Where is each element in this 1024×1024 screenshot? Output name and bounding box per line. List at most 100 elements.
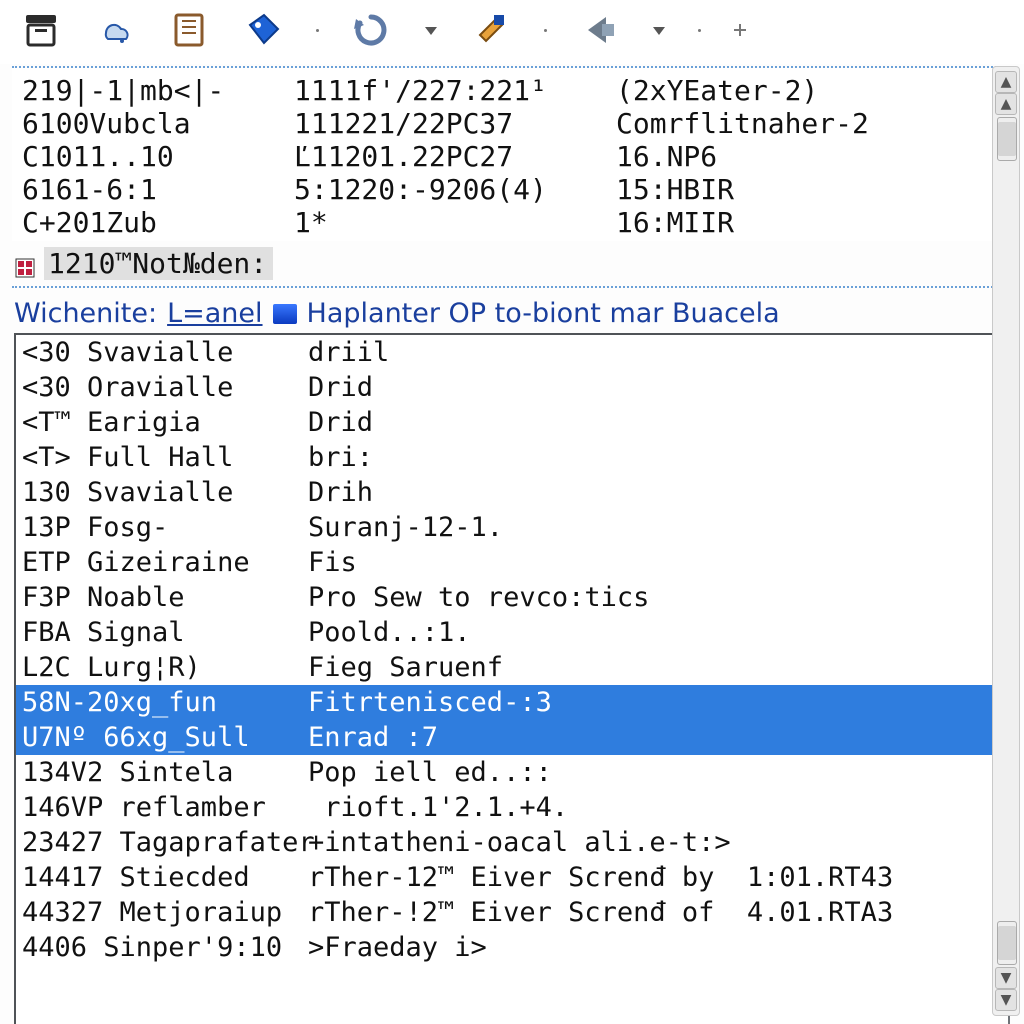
list-c2: Drid: [308, 407, 1000, 438]
list-c1: 23427 Tagaprafater: [22, 827, 302, 858]
info-c2: 1111f'/227:221¹: [294, 74, 604, 107]
info-row: C+201Zub1*16:MIIR: [22, 206, 1006, 239]
list-panel[interactable]: <30 Svavialledriil<30 OravialleDrid<T™ E…: [14, 333, 1010, 1024]
info-c3: 16:MIIR: [616, 206, 1006, 239]
notebook-icon[interactable]: [166, 7, 212, 53]
app-window: 219|-1|mb<|- 1111f'/227:221¹ (2xYEater-2) 6…: [0, 0, 1024, 1024]
list-c1: <30 Svavialle: [22, 337, 302, 368]
prompt-text: 1210™Not№den:: [44, 247, 273, 280]
list-c1: 146VP reflamber: [22, 792, 302, 823]
info-c3: 16.NP6: [616, 140, 1006, 173]
list-c1: 4406 Sinper'9:10: [22, 932, 302, 963]
info-c1: 219|-1|mb<|-: [22, 74, 282, 107]
list-c1: F3P Noable: [22, 582, 302, 613]
list-c2: Pro Sew to revco:tics: [308, 582, 1000, 613]
info-row: C1011..10 Ľ11201.22PC27 16.NP6: [22, 140, 1006, 173]
refresh-icon[interactable]: [348, 7, 394, 53]
list-c2: driil: [308, 337, 1000, 368]
list-c1: 130 Svavialle: [22, 477, 302, 508]
info-c2: 5:1220:-9206(4): [294, 173, 604, 206]
caret-down-icon[interactable]: [650, 7, 668, 53]
info-c2: 1*: [294, 206, 604, 239]
list-c2: Pop iell ed..::: [308, 757, 1000, 788]
list-row[interactable]: FBA SignalPoold..:1.: [16, 615, 1008, 650]
list-row[interactable]: F3P NoablePro Sew to revco:tics: [16, 580, 1008, 615]
scroll-down-icon[interactable]: ▼: [995, 967, 1017, 989]
info-c3: (2xYEater-2): [616, 74, 1006, 107]
info-c1: 6161-6:1: [22, 173, 282, 206]
list-row[interactable]: L2C Lurg¦R)Fieg Saruenf: [16, 650, 1008, 685]
list-row[interactable]: 13P Fosg-Suranj-12-1.: [16, 510, 1008, 545]
heading-prefix: Wichenite:: [14, 298, 157, 329]
scroll-down-icon[interactable]: ▼: [995, 989, 1017, 1011]
list-row[interactable]: 58N-20xg_funFitrtenisced-:3: [16, 685, 1008, 720]
heading-link[interactable]: L=anel: [167, 298, 262, 329]
cloud-icon[interactable]: [92, 7, 138, 53]
book-icon[interactable]: [273, 304, 297, 324]
marker-icon: [14, 253, 36, 275]
info-c2: 111221/22PC37: [294, 107, 604, 140]
list-row[interactable]: U7Nº 66xg_SullEnrad :7: [16, 720, 1008, 755]
list-c1: FBA Signal: [22, 617, 302, 648]
list-c1: 13P Fosg-: [22, 512, 302, 543]
list-row[interactable]: 44327 MetjoraiuprTher-!2™ Eiver Screnđ o…: [16, 895, 1008, 930]
toolbar-separator: [696, 10, 702, 50]
vertical-scrollbar[interactable]: ▲ ▲ ▼ ▼: [992, 66, 1020, 1016]
scroll-up-icon[interactable]: ▲: [995, 71, 1017, 93]
list-c2: Suranj-12-1.: [308, 512, 1000, 543]
list-row[interactable]: 23427 Tagaprafater+intatheni-oacal ali.e…: [16, 825, 1008, 860]
list-c2: bri:: [308, 442, 1000, 473]
list-row[interactable]: ETP GizeiraineFis: [16, 545, 1008, 580]
list-row[interactable]: 4406 Sinper'9:10>Fraeday i>: [16, 930, 1008, 965]
list-row[interactable]: <30 OravialleDrid: [16, 370, 1008, 405]
list-c2: Poold..:1.: [308, 617, 1000, 648]
list-row[interactable]: 130 SvavialleDrih: [16, 475, 1008, 510]
scroll-up-icon[interactable]: ▲: [995, 93, 1017, 115]
list-c1: 44327 Metjoraiup: [22, 897, 302, 928]
info-c1: C1011..10: [22, 140, 282, 173]
scroll-thumb[interactable]: [997, 117, 1017, 161]
divider: [12, 286, 1012, 288]
prompt-line[interactable]: 1210™Not№den:: [12, 245, 1012, 284]
heading-bar: Wichenite: L=anel Haplanter OP to-biont …: [14, 298, 1010, 329]
scroll-track[interactable]: [995, 115, 1017, 967]
toolbar-separator: [314, 10, 320, 50]
list-c1: <30 Oravialle: [22, 372, 302, 403]
caret-down-icon[interactable]: [422, 7, 440, 53]
list-c2: Drid: [308, 372, 1000, 403]
list-c1: 134V2 Sintela: [22, 757, 302, 788]
list-c1: ETP Gizeiraine: [22, 547, 302, 578]
info-c2: Ľ11201.22PC27: [294, 140, 604, 173]
list-row[interactable]: <T> Full Hallbri:: [16, 440, 1008, 475]
info-c3: 15:HBIR: [616, 173, 1006, 206]
toolbar-separator: [542, 10, 548, 50]
info-c1: 6100Vubcla: [22, 107, 282, 140]
list-c2: rioft.1'2.1.+4.: [308, 792, 1000, 823]
list-c1: L2C Lurg¦R): [22, 652, 302, 683]
list-row[interactable]: 146VP reflamber rioft.1'2.1.+4.: [16, 790, 1008, 825]
tag-icon[interactable]: [240, 7, 286, 53]
list-row[interactable]: <T™ EarigiaDrid: [16, 405, 1008, 440]
list-c1: 14417 Stiecded: [22, 862, 302, 893]
list-c2: +intatheni-oacal ali.e-t:>: [308, 827, 1000, 858]
toolbar: [0, 0, 1024, 64]
info-row: 6100Vubcla111221/22PC37Comrflitnaher-2▶: [22, 107, 1006, 140]
list-row[interactable]: 14417 StiecdedrTher-12™ Eiver Screnđ by …: [16, 860, 1008, 895]
list-row[interactable]: 134V2 SintelaPop iell ed..::: [16, 755, 1008, 790]
archive-icon[interactable]: [18, 7, 64, 53]
tiny-plus-icon[interactable]: [730, 7, 750, 53]
back-icon[interactable]: [576, 7, 622, 53]
scroll-thumb[interactable]: [997, 921, 1017, 965]
list-c2: Fis: [308, 547, 1000, 578]
info-row: 6161-6:1 5:1220:-9206(4) 15:HBIR: [22, 173, 1006, 206]
list-c2: Enrad :7: [308, 722, 1000, 753]
paint-icon[interactable]: [468, 7, 514, 53]
list-row[interactable]: <30 Svavialledriil: [16, 335, 1008, 370]
info-panel: 219|-1|mb<|- 1111f'/227:221¹ (2xYEater-2) 6…: [12, 68, 1012, 284]
list-c1: <T> Full Hall: [22, 442, 302, 473]
list-c1: 58N-20xg_fun: [22, 687, 302, 718]
list-c2: rTher-12™ Eiver Screnđ by 1:01.RT43: [308, 862, 1000, 893]
list-c1: U7Nº 66xg_Sull: [22, 722, 302, 753]
heading-rest: Haplanter OP to-biont mar Buacela: [307, 298, 780, 329]
list-c2: Drih: [308, 477, 1000, 508]
